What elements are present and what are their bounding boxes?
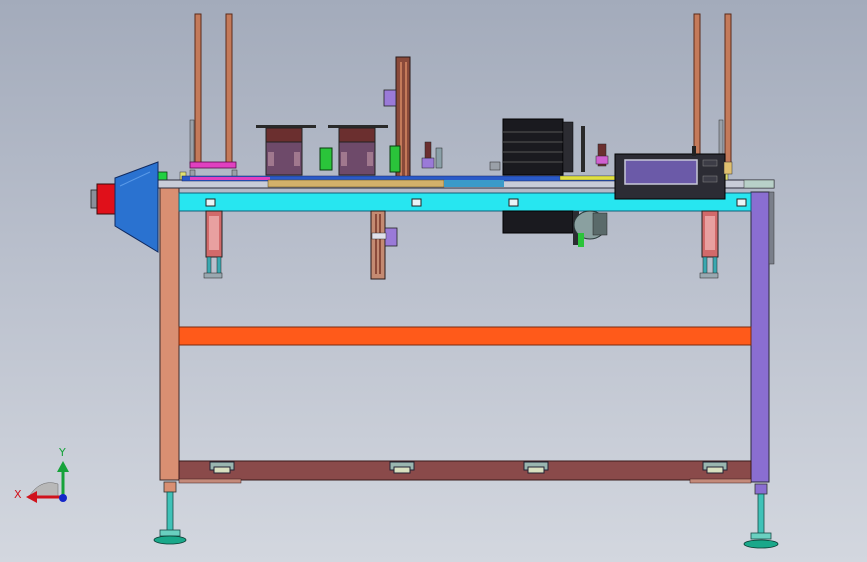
air-cylinder-right (699, 210, 719, 279)
frame-middle-rail (178, 326, 752, 346)
blower-motor (90, 161, 159, 253)
axis-triad: Y X (14, 446, 69, 503)
control-screen (624, 159, 698, 185)
motor-cone (114, 161, 159, 253)
machine-assembly-drawing: Y X (14, 13, 779, 549)
air-cylinder-left (203, 210, 223, 279)
motor-end-cap (96, 183, 116, 215)
heater-block-left (256, 125, 316, 176)
frame-right-post (750, 191, 770, 483)
control-box (614, 146, 733, 200)
axis-x-label: X (14, 488, 22, 501)
frame-bottom-rail (178, 460, 752, 481)
frame-left-post (159, 187, 180, 481)
cad-viewport[interactable]: Y X (0, 0, 867, 562)
leveling-foot-right (743, 483, 779, 549)
heater-block-right (328, 125, 388, 176)
axis-y-label: Y (58, 446, 66, 459)
leveling-foot-left (153, 481, 187, 545)
